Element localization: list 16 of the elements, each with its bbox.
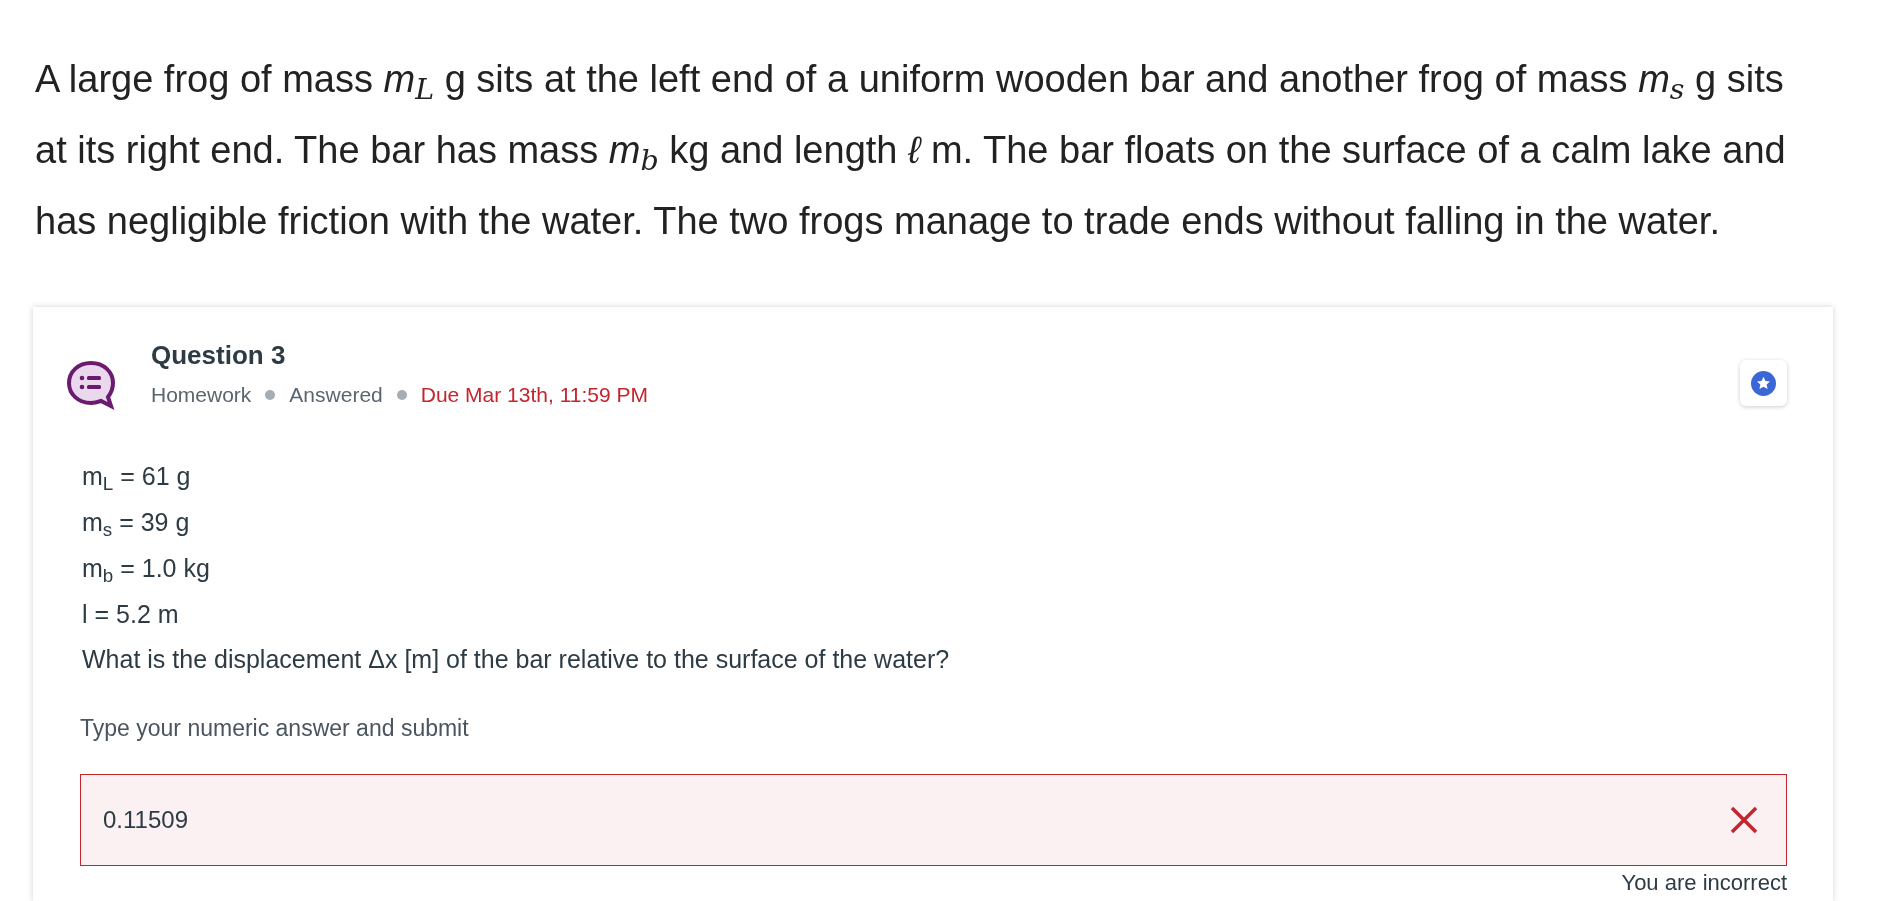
given-value: l = 5.2 m	[82, 599, 179, 630]
answer-field[interactable]: 0.11509	[80, 773, 1787, 866]
meta-label: Answered	[289, 382, 383, 408]
given-value: m$_{s}$ = 39 g	[82, 507, 190, 542]
star-button[interactable]	[1740, 360, 1787, 406]
chat-list-icon	[65, 359, 117, 411]
close-x-icon	[1729, 804, 1759, 835]
question-title: Question 3	[151, 339, 287, 372]
meta-label: Homework	[151, 382, 252, 408]
question-text: What is the displacement Δx [m] of the bar relative to the surface of the water?	[82, 644, 951, 675]
answer-label: Type your numeric answer and submit	[80, 714, 470, 743]
given-value: m$_{L}$ = 61 g	[82, 461, 191, 496]
feedback-text: You are incorrect	[1621, 868, 1787, 897]
due-date: Due Mar 13th, 11:59 PM	[420, 382, 648, 408]
problem-paragraph: A large frog of mass m$_{L}$ g sits at the left end of a uniform wooden bar and another frog of mass m$_{s}$ g sits at its right end. The bar has mass m$_{b}$ kg and length ℓ m. The bar floats on the surface of a calm lake and has negligible friction with the water. The two frogs manage to trade ends without falling in the water.	[35, 57, 1787, 244]
given-value: m$_{b}$ = 1.0 kg	[82, 553, 210, 588]
